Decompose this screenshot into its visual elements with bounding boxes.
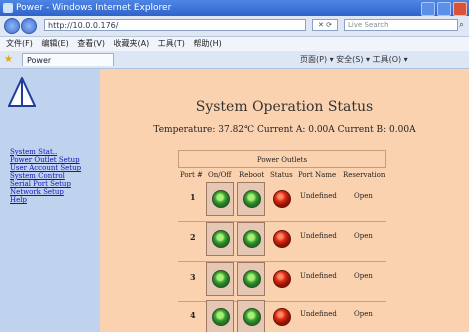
reservation-status: Open xyxy=(354,272,373,280)
menu-tools[interactable]: 工具(T) xyxy=(158,39,185,48)
on-off-button[interactable] xyxy=(206,262,234,296)
power-switch-icon xyxy=(212,230,230,248)
table-row: 2 Undefined Open xyxy=(178,222,386,262)
sidebar-item-system-control[interactable]: System Control xyxy=(10,172,81,180)
tab-bar: ★ Power 页面(P) ▾ 安全(S) ▾ 工具(O) ▾ xyxy=(0,51,469,69)
menu-file[interactable]: 文件(F) xyxy=(6,39,33,48)
power-switch-icon xyxy=(212,308,230,326)
close-button[interactable] xyxy=(453,2,467,16)
reboot-switch-icon xyxy=(243,230,261,248)
refresh-stop-buttons[interactable]: ✕ ⟳ xyxy=(312,19,338,31)
on-off-button[interactable] xyxy=(206,222,234,256)
reservation-status: Open xyxy=(354,192,373,200)
main-panel: System Operation Status Temperature: 37.… xyxy=(100,69,469,332)
table-row: 3 Undefined Open xyxy=(178,262,386,302)
sidebar: System Stat.. Power Outlet Setup User Ac… xyxy=(0,69,100,332)
page-content: System Stat.. Power Outlet Setup User Ac… xyxy=(0,69,469,332)
reboot-switch-icon xyxy=(243,308,261,326)
port-name: Undefined xyxy=(300,272,337,280)
port-name: Undefined xyxy=(300,192,337,200)
favorites-star-icon[interactable]: ★ xyxy=(4,53,13,66)
reboot-switch-icon xyxy=(243,270,261,288)
menu-favorites[interactable]: 收藏夹(A) xyxy=(114,39,150,48)
on-off-button[interactable] xyxy=(206,182,234,216)
title-bar: Power - Windows Internet Explorer xyxy=(0,0,469,16)
command-bar-tools[interactable]: 页面(P) ▾ 安全(S) ▾ 工具(O) ▾ xyxy=(300,53,408,66)
reboot-button[interactable] xyxy=(237,182,265,216)
port-name: Undefined xyxy=(300,232,337,240)
maximize-button[interactable] xyxy=(437,2,451,16)
sidebar-item-serial-port-setup[interactable]: Serial Port Setup xyxy=(10,180,81,188)
menu-edit[interactable]: 编辑(E) xyxy=(41,39,68,48)
column-header-on-off: On/Off xyxy=(208,171,232,179)
company-logo-icon xyxy=(8,77,36,107)
window-controls xyxy=(421,2,467,16)
status-led-icon xyxy=(273,270,291,288)
column-header-status: Status xyxy=(270,171,293,179)
menu-bar: 文件(F) 编辑(E) 查看(V) 收藏夹(A) 工具(T) 帮助(H) xyxy=(0,37,469,51)
column-header-reservation: Reservation xyxy=(343,171,386,179)
reservation-status: Open xyxy=(354,232,373,240)
power-switch-icon xyxy=(212,270,230,288)
column-header-port: Port # xyxy=(180,171,203,179)
reboot-button[interactable] xyxy=(237,262,265,296)
sidebar-item-network-setup[interactable]: Network Setup xyxy=(10,188,81,196)
tab-power[interactable]: Power xyxy=(22,53,114,66)
table-row: 1 Undefined Open xyxy=(178,182,386,222)
port-number: 3 xyxy=(190,272,196,282)
status-led-icon xyxy=(273,190,291,208)
address-toolbar: http://10.0.0.176/ ✕ ⟳ Live Search ⌕ xyxy=(0,16,469,37)
search-input[interactable]: Live Search xyxy=(344,19,458,31)
back-button[interactable] xyxy=(4,18,20,34)
power-outlets-table: Power Outlets Port # On/Off Reboot Statu… xyxy=(178,150,386,332)
power-switch-icon xyxy=(212,190,230,208)
sidebar-item-system-status[interactable]: System Stat.. xyxy=(10,148,81,156)
search-icon[interactable]: ⌕ xyxy=(459,20,464,30)
browser-window: Power - Windows Internet Explorer http:/… xyxy=(0,0,469,332)
page-title: System Operation Status xyxy=(195,99,374,115)
window-title: Power - Windows Internet Explorer xyxy=(16,3,172,13)
panel-heading: Power Outlets xyxy=(178,150,386,168)
sensor-readings: Temperature: 37.82℃ Current A: 0.00A Cur… xyxy=(153,125,416,135)
sidebar-nav: System Stat.. Power Outlet Setup User Ac… xyxy=(10,148,81,204)
port-number: 1 xyxy=(190,192,196,202)
table-row: 4 Undefined Open xyxy=(178,300,386,332)
port-name: Undefined xyxy=(300,310,337,318)
port-number: 4 xyxy=(190,310,196,320)
column-header-reboot: Reboot xyxy=(239,171,265,179)
reboot-button[interactable] xyxy=(237,222,265,256)
menu-help[interactable]: 帮助(H) xyxy=(193,39,221,48)
forward-button[interactable] xyxy=(21,18,37,34)
status-led-icon xyxy=(273,230,291,248)
sidebar-item-help[interactable]: Help xyxy=(10,196,81,204)
reservation-status: Open xyxy=(354,310,373,318)
minimize-button[interactable] xyxy=(421,2,435,16)
sidebar-item-user-account-setup[interactable]: User Account Setup xyxy=(10,164,81,172)
reboot-switch-icon xyxy=(243,190,261,208)
on-off-button[interactable] xyxy=(206,300,234,332)
column-header-port-name: Port Name xyxy=(298,171,337,179)
address-input[interactable]: http://10.0.0.176/ xyxy=(44,19,306,31)
status-led-icon xyxy=(273,308,291,326)
port-number: 2 xyxy=(190,232,196,242)
reboot-button[interactable] xyxy=(237,300,265,332)
menu-view[interactable]: 查看(V) xyxy=(77,39,105,48)
ie-logo-icon xyxy=(3,3,13,13)
sidebar-item-power-outlet-setup[interactable]: Power Outlet Setup xyxy=(10,156,81,164)
